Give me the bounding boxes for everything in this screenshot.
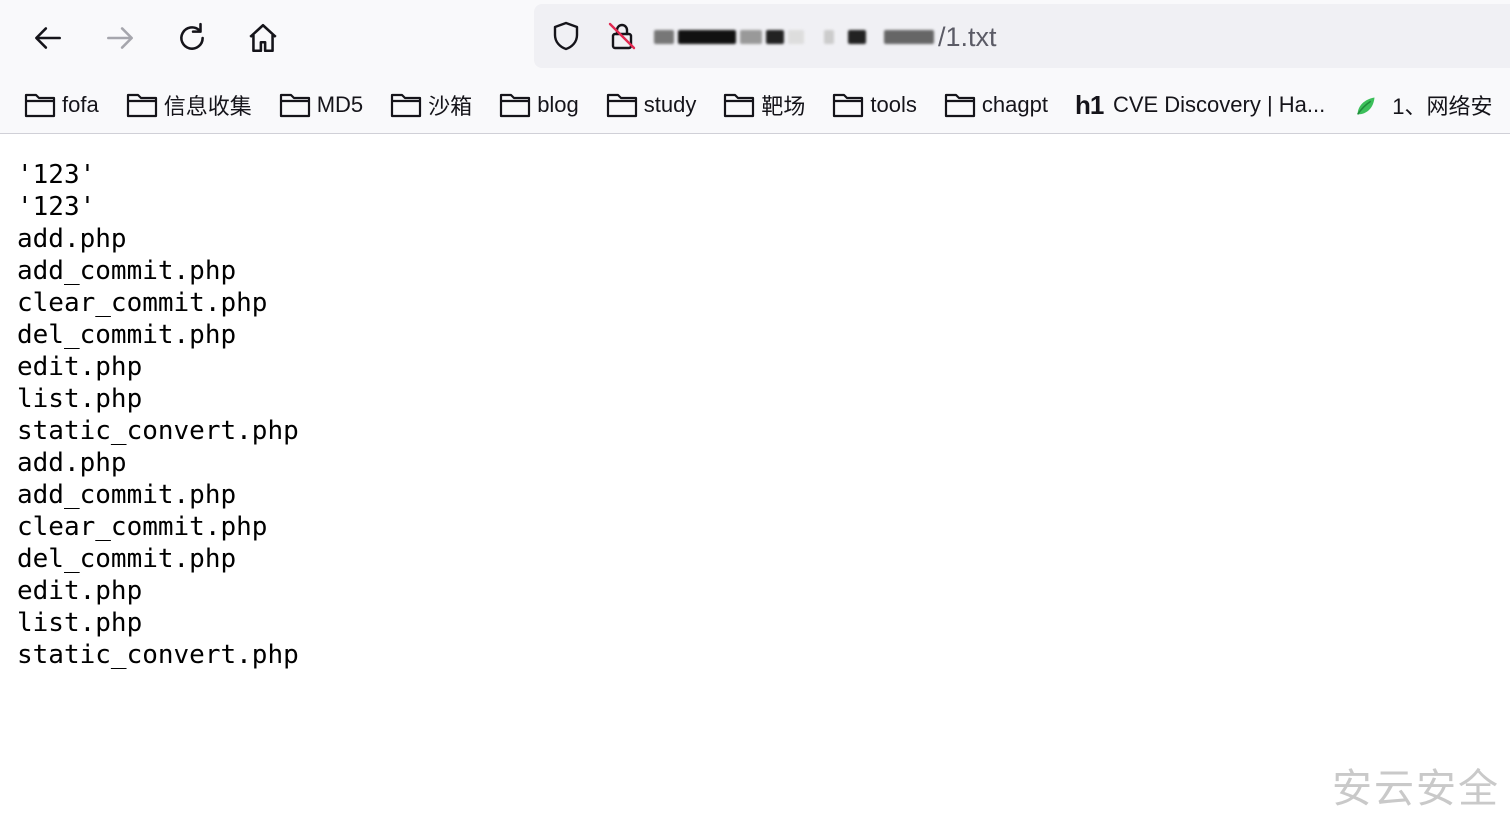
bookmark-folder-tools[interactable]: tools — [832, 91, 917, 119]
redacted-url-segment — [654, 30, 674, 44]
file-line: list.php — [17, 608, 143, 638]
bookmark-label: 靶场 — [761, 94, 806, 119]
bookmark-label: 1、网络安 — [1392, 94, 1493, 119]
file-line: static_convert.php — [17, 640, 299, 670]
bookmark-label: tools — [870, 92, 917, 117]
file-line: add_commit.php — [17, 256, 237, 286]
file-line: clear_commit.php — [17, 512, 268, 542]
file-line: del_commit.php — [17, 320, 237, 350]
watermark-text: 安云安全 — [1332, 766, 1500, 812]
redacted-url-segment — [824, 30, 834, 44]
redacted-url-segment — [788, 30, 804, 44]
bookmark-folder-chagpt[interactable]: chagpt — [944, 91, 1048, 119]
file-line: edit.php — [17, 352, 143, 382]
redacted-url-segment — [848, 30, 866, 44]
home-icon — [249, 23, 277, 53]
file-line: add_commit.php — [17, 480, 237, 510]
bookmark-folder-study[interactable]: study — [606, 91, 697, 119]
bookmarks-toolbar: fofa 信息收集 MD5 沙箱 blog study 靶场 tools cha… — [24, 84, 1493, 126]
redacted-url-segment — [884, 30, 934, 44]
folder-icon — [606, 93, 637, 118]
bookmark-folder-fofa[interactable]: fofa — [24, 91, 99, 119]
folder-icon — [279, 93, 310, 118]
file-line: del_commit.php — [17, 544, 237, 574]
tracking-protection-button[interactable] — [548, 18, 584, 54]
folder-icon — [833, 93, 864, 118]
arrow-right-icon — [107, 27, 133, 49]
bookmark-hackerone-cve-discovery[interactable]: h1 CVE Discovery | Ha... — [1075, 90, 1325, 121]
redacted-url-segment — [766, 30, 784, 44]
bookmark-label: fofa — [62, 92, 99, 117]
bookmark-label: CVE Discovery | Ha... — [1112, 92, 1326, 117]
file-line: '123' — [17, 160, 96, 190]
folder-icon — [24, 93, 56, 118]
lock-slash-icon — [608, 22, 636, 50]
h1-logo-icon: h1 — [1074, 89, 1104, 120]
bookmark-label: 信息收集 — [163, 94, 252, 119]
browser-toolbar: /1.txt fofa 信息收集 MD5 沙箱 blog study 靶场 to… — [0, 0, 1510, 134]
arrow-left-icon — [35, 27, 61, 49]
bookmark-network-security[interactable]: 1、网络安 — [1352, 89, 1493, 121]
folder-icon — [944, 93, 975, 118]
file-line: clear_commit.php — [17, 288, 268, 318]
forward-button[interactable] — [98, 16, 142, 60]
bookmark-label: study — [643, 92, 697, 117]
folder-icon — [391, 93, 422, 118]
reload-icon — [180, 22, 204, 50]
green-leaf-icon — [1357, 97, 1375, 115]
text-file-content: '123' '123' add.php add_commit.php clear_com… — [17, 159, 1510, 671]
folder-icon — [126, 93, 157, 118]
redacted-url-segment — [740, 30, 762, 44]
shield-icon — [553, 21, 579, 51]
connection-security-button[interactable] — [604, 18, 640, 54]
file-line: static_convert.php — [17, 416, 299, 446]
bookmark-folder-md5[interactable]: MD5 — [279, 91, 363, 119]
bookmark-folder-info-gathering[interactable]: 信息收集 — [126, 89, 252, 121]
url-text: /1.txt — [654, 20, 997, 54]
folder-icon — [500, 93, 531, 118]
bookmark-label: blog — [537, 92, 579, 117]
back-button[interactable] — [26, 16, 70, 60]
redacted-url-segment — [678, 30, 736, 44]
reload-button[interactable] — [170, 16, 214, 60]
bookmark-label: 沙箱 — [428, 94, 473, 119]
file-line: add.php — [17, 224, 127, 254]
file-line: '123' — [17, 192, 96, 222]
file-line: list.php — [17, 384, 143, 414]
bookmark-folder-range[interactable]: 靶场 — [723, 89, 805, 121]
folder-icon — [724, 93, 755, 118]
address-bar[interactable]: /1.txt — [534, 4, 1510, 68]
file-line: add.php — [17, 448, 127, 478]
file-line: edit.php — [17, 576, 143, 606]
url-path: /1.txt — [938, 21, 997, 52]
bookmark-folder-sandbox[interactable]: 沙箱 — [390, 89, 472, 121]
home-button[interactable] — [241, 16, 285, 60]
bookmark-label: chagpt — [981, 92, 1048, 117]
bookmark-label: MD5 — [316, 92, 364, 117]
bookmark-folder-blog[interactable]: blog — [499, 91, 579, 119]
